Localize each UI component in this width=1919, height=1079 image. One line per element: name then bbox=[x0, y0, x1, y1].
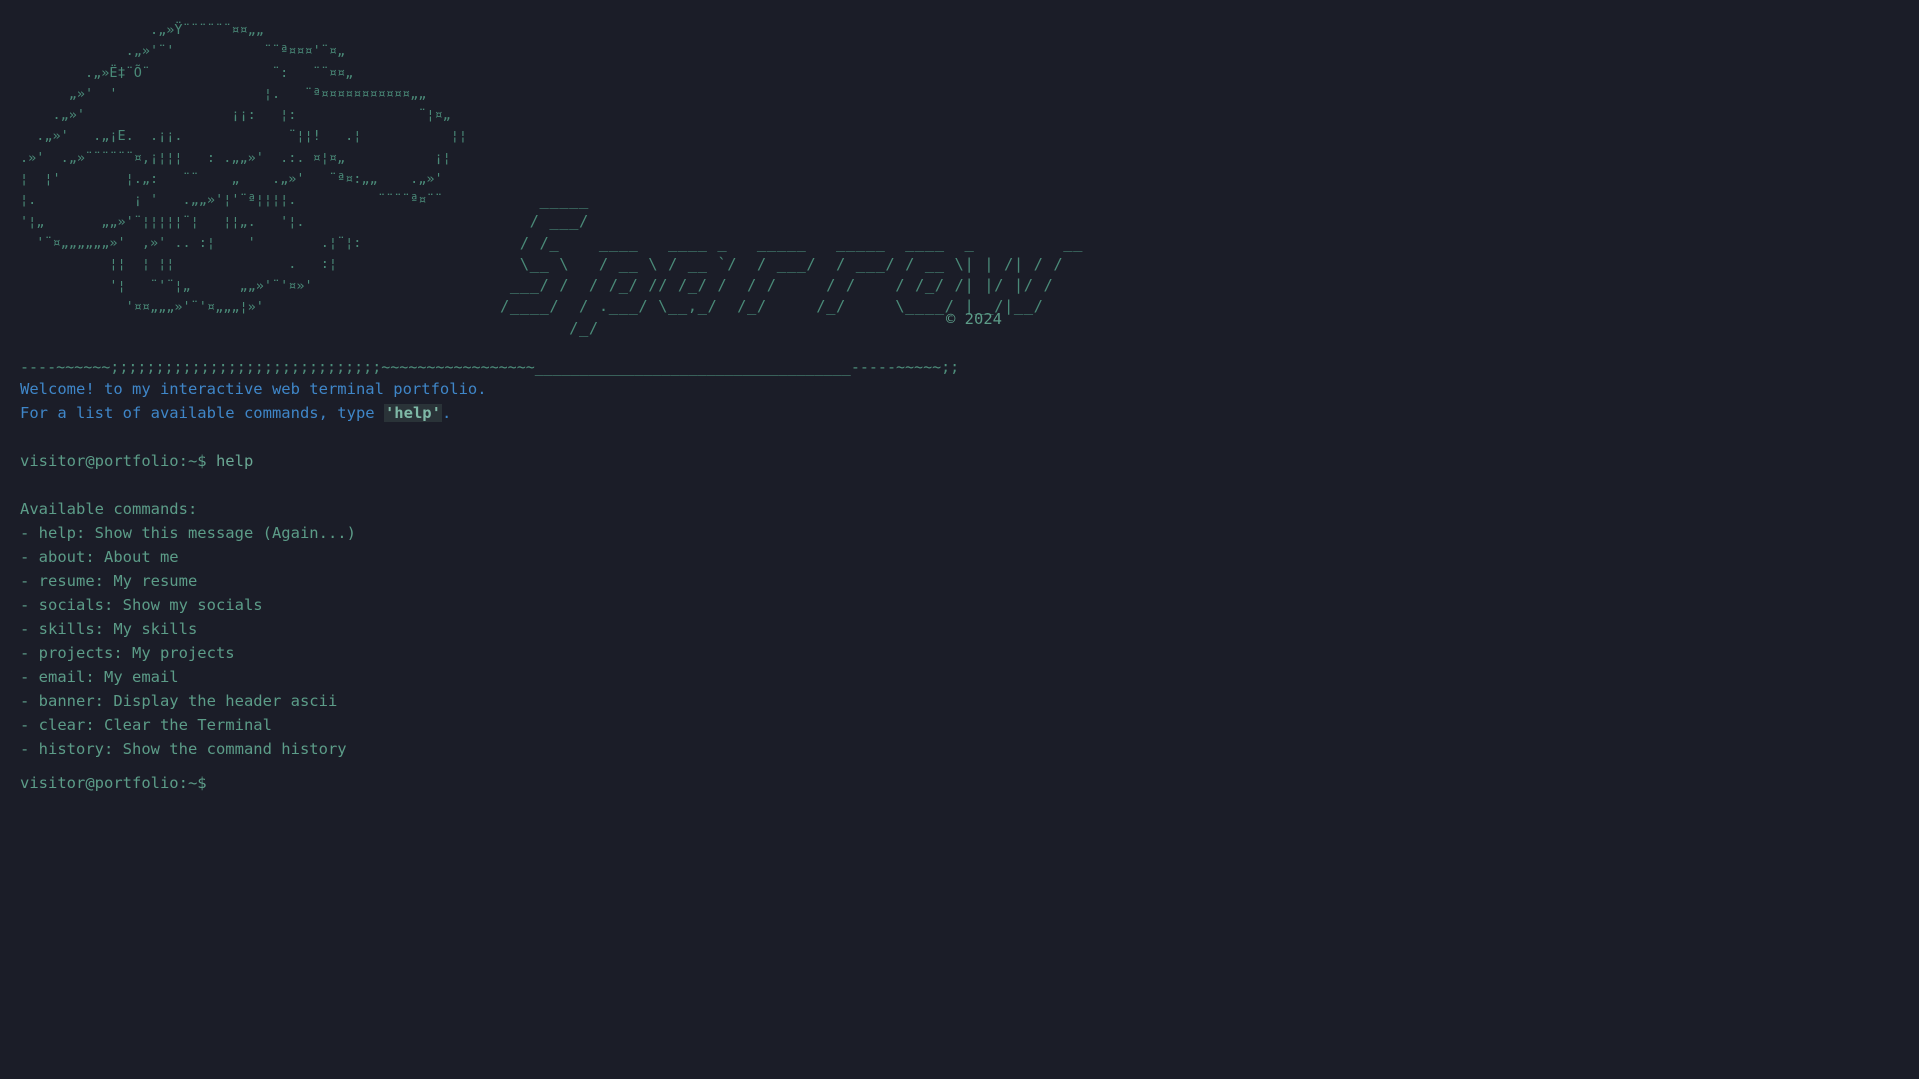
help-hint-suffix: . bbox=[441, 404, 452, 422]
help-item-clear: - clear: Clear the Terminal bbox=[20, 716, 272, 734]
help-item-help: - help: Show this message (Again...) bbox=[20, 524, 356, 542]
help-item-banner: - banner: Display the header ascii bbox=[20, 692, 338, 710]
help-output: Available commands: - help: Show this me… bbox=[20, 497, 1900, 761]
help-item-email: - email: My email bbox=[20, 668, 179, 686]
welcome-message: Welcome! to my interactive web terminal … bbox=[20, 380, 487, 398]
command-prompt: visitor@portfolio:~$ bbox=[20, 452, 207, 470]
help-item-history: - history: Show the command history bbox=[20, 740, 347, 758]
help-item-skills: - skills: My skills bbox=[20, 620, 198, 638]
header-banner: .„»Ÿ¨¨¨¨¨¨¤¤„„ .„»'¨' ¨¨ª¤¤¤'¨¤„ .„»Ë‡¨Õ… bbox=[20, 20, 1090, 337]
input-prompt: visitor@portfolio:~$ bbox=[20, 774, 207, 792]
executed-command: help bbox=[206, 452, 254, 470]
input-line[interactable]: visitor@portfolio:~$ bbox=[20, 771, 1900, 795]
terminal-window[interactable]: .„»Ÿ¨¨¨¨¨¨¤¤„„ .„»'¨' ¨¨ª¤¤¤'¨¤„ .„»Ë‡¨Õ… bbox=[20, 20, 1900, 1070]
help-item-socials: - socials: Show my socials bbox=[20, 596, 263, 614]
help-hint: For a list of available commands, type '… bbox=[20, 401, 1900, 425]
copyright-text: © 2024 bbox=[946, 310, 1002, 328]
help-hint-prefix: For a list of available commands, type bbox=[20, 404, 384, 422]
banner-divider: ----~~~~~~;;;;;;;;;;;;;;;;;;;;;;;;;;;;;;… bbox=[20, 358, 960, 376]
help-item-about: - about: About me bbox=[20, 548, 179, 566]
help-item-resume: - resume: My resume bbox=[20, 572, 198, 590]
help-heading: Available commands: bbox=[20, 500, 198, 518]
help-keyword: 'help' bbox=[383, 404, 442, 422]
command-input[interactable] bbox=[206, 774, 1013, 792]
history-command-line: visitor@portfolio:~$ help bbox=[20, 449, 1900, 473]
help-item-projects: - projects: My projects bbox=[20, 644, 235, 662]
